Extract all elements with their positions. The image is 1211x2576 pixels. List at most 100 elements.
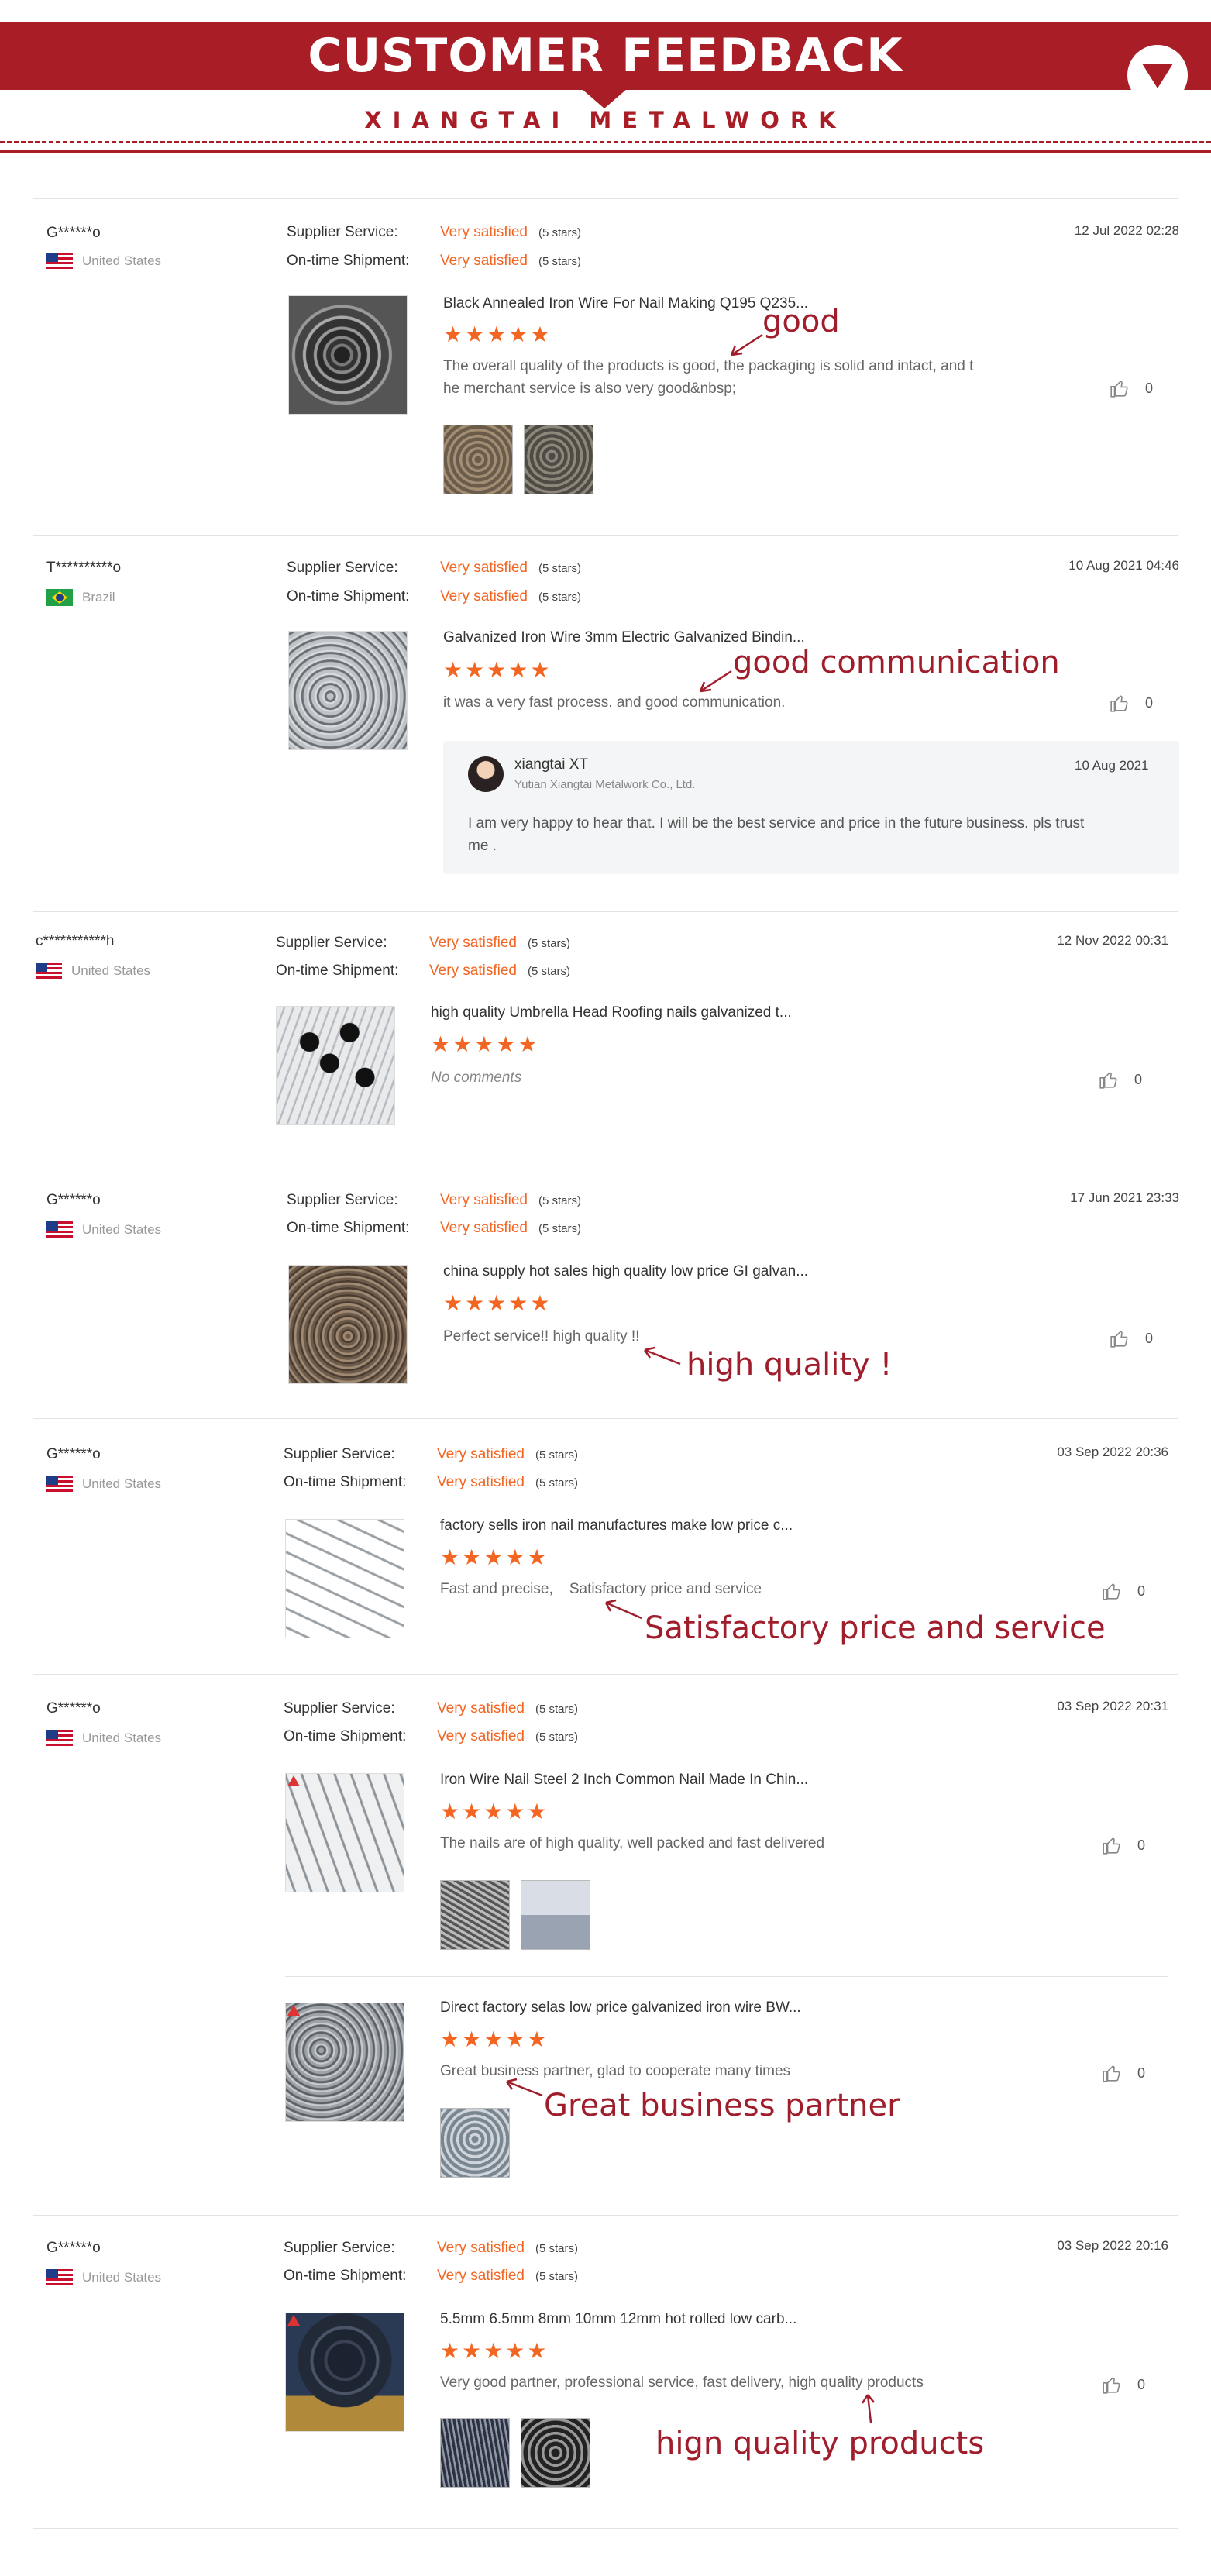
reviewer-country: Brazil (46, 589, 115, 606)
review-photo[interactable] (521, 1880, 590, 1950)
like-button[interactable]: 0 (1102, 2375, 1145, 2395)
country-label: United States (82, 1222, 162, 1237)
like-button[interactable]: 0 (1102, 2063, 1145, 2083)
review-comment: No comments (431, 1069, 522, 1086)
product-thumbnail[interactable] (288, 295, 408, 415)
product-title-link[interactable]: Direct factory selas low price galvanize… (440, 1999, 801, 2016)
review-photo[interactable] (443, 425, 513, 494)
product-title-link[interactable]: Galvanized Iron Wire 3mm Electric Galvan… (443, 629, 805, 646)
supplier-service-rating: Supplier Service: Very satisfied (5 stars) (284, 2240, 579, 2256)
product-thumbnail[interactable] (276, 1006, 395, 1125)
warning-icon (287, 1775, 300, 1786)
product-title-link[interactable]: 5.5mm 6.5mm 8mm 10mm 12mm hot rolled low… (440, 2311, 796, 2328)
supplier-service-rating: Supplier Service: Very satisfied (5 stars) (284, 1700, 579, 1717)
product-thumbnail[interactable] (288, 631, 408, 750)
product-thumbnail[interactable] (288, 1265, 408, 1384)
reviewer-country: United States (46, 1730, 161, 1747)
review-comment: Fast and precise, Satisfactory price and… (440, 1581, 762, 1597)
country-label: United States (82, 1476, 162, 1491)
review-date: 03 Sep 2022 20:31 (1057, 1699, 1168, 1713)
us-flag-icon (46, 1476, 73, 1493)
country-label: Brazil (82, 590, 115, 604)
review-photo[interactable] (524, 425, 593, 494)
product-thumbnail[interactable] (285, 1773, 404, 1892)
header-divider-solid (0, 150, 1211, 153)
review-photo[interactable] (440, 2418, 510, 2488)
review-divider (33, 2528, 1178, 2529)
review-date: 17 Jun 2021 23:33 (1070, 1190, 1179, 1205)
annotation-arrow-icon (861, 2394, 875, 2423)
annotation-arrow-icon (505, 2078, 543, 2097)
review-divider (33, 911, 1178, 912)
review-comment: The nails are of high quality, well pack… (440, 1835, 825, 1851)
review-photo[interactable] (440, 2108, 510, 2178)
supplier-service-rating: Supplier Service: Very satisfied (5 stars) (276, 935, 571, 951)
star-rating: ★★★★★ (440, 2027, 549, 2051)
like-button[interactable]: 0 (1110, 378, 1153, 398)
ontime-shipment-rating: On-time Shipment: Very satisfied (5 stars) (276, 963, 571, 979)
thumbs-up-icon (1103, 2065, 1120, 2082)
product-title-link[interactable]: high quality Umbrella Head Roofing nails… (431, 1004, 792, 1021)
annotation-arrow-icon (643, 1346, 681, 1365)
review-divider (33, 2215, 1178, 2216)
product-thumbnail[interactable] (285, 2313, 404, 2432)
product-title-link[interactable]: factory sells iron nail manufactures mak… (440, 1517, 793, 1534)
thumbs-up-icon (1103, 1837, 1120, 1855)
reviewer-country: United States (46, 1476, 161, 1493)
review-divider (33, 198, 1178, 199)
supplier-service-rating: Supplier Service: Very satisfied (5 stars) (287, 1192, 582, 1208)
product-thumbnail[interactable] (285, 1519, 404, 1638)
review-divider (33, 535, 1178, 536)
product-title-link[interactable]: Iron Wire Nail Steel 2 Inch Common Nail … (440, 1772, 808, 1789)
supplier-service-rating: Supplier Service: Very satisfied (5 stars) (287, 224, 582, 240)
page-title: CUSTOMER FEEDBACK (308, 29, 903, 83)
reviewer-name: G******o (46, 1700, 101, 1717)
thumbs-up-icon (1103, 1583, 1120, 1600)
like-button[interactable]: 0 (1110, 1328, 1153, 1348)
reviewer-name: T**********o (46, 560, 122, 576)
reviewer-country: United States (46, 1221, 161, 1238)
review-photo[interactable] (521, 2418, 590, 2488)
review-photo[interactable] (440, 1880, 510, 1950)
product-title-link[interactable]: Black Annealed Iron Wire For Nail Making… (443, 295, 808, 312)
seller-reply: xiangtai XT Yutian Xiangtai Metalwork Co… (443, 741, 1179, 874)
us-flag-icon (46, 253, 73, 270)
header-banner: CUSTOMER FEEDBACK (0, 22, 1211, 105)
like-button[interactable]: 0 (1102, 1835, 1145, 1855)
like-count: 0 (1145, 694, 1154, 711)
reviewer-country: United States (46, 2269, 161, 2286)
ontime-shipment-rating: On-time Shipment: Very satisfied (5 stars) (284, 1474, 579, 1490)
product-title-link[interactable]: china supply hot sales high quality low … (443, 1263, 808, 1280)
like-button[interactable]: 0 (1102, 1581, 1145, 1601)
us-flag-icon (46, 1221, 73, 1238)
annotation-note: hign quality products (655, 2426, 985, 2461)
reviewer-name: G******o (46, 1446, 101, 1462)
star-rating: ★★★★★ (431, 1032, 540, 1056)
like-button[interactable]: 0 (1110, 693, 1153, 713)
ontime-shipment-rating: On-time Shipment: Very satisfied (5 stars) (284, 2268, 579, 2284)
like-button[interactable]: 0 (1099, 1069, 1142, 1090)
star-rating: ★★★★★ (440, 2339, 549, 2363)
annotation-note: good (762, 304, 840, 339)
reviewer-name: G******o (46, 225, 101, 241)
review-date: 03 Sep 2022 20:36 (1057, 1445, 1168, 1459)
reply-date: 10 Aug 2021 (1075, 758, 1149, 773)
annotation-note: Satisfactory price and service (645, 1610, 1106, 1646)
scroll-down-button[interactable] (1127, 45, 1188, 105)
product-thumbnail[interactable] (285, 2003, 404, 2122)
country-label: United States (82, 2270, 162, 2285)
warning-icon (287, 2315, 300, 2326)
brazil-flag-icon (46, 589, 73, 606)
star-rating: ★★★★★ (440, 1799, 549, 1824)
thumbs-up-icon (1099, 1072, 1117, 1089)
reviewer-name: c***********h (36, 933, 115, 949)
thumbs-up-icon (1110, 381, 1128, 398)
annotation-arrow-icon (604, 1599, 642, 1620)
star-rating: ★★★★★ (440, 1545, 549, 1569)
country-label: United States (82, 253, 162, 268)
like-count: 0 (1134, 1071, 1143, 1087)
item-divider (285, 1976, 1168, 1977)
ontime-shipment-rating: On-time Shipment: Very satisfied (5 stars) (287, 588, 582, 604)
review-comment: Perfect service!! high quality !! (443, 1328, 640, 1345)
annotation-arrow-icon (730, 333, 763, 356)
